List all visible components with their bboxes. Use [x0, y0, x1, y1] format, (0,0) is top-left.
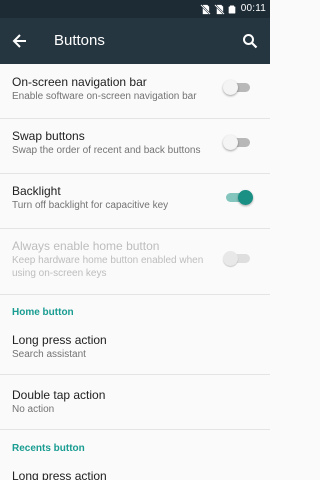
setting-subtitle: Keep hardware home button enabled when u…	[12, 255, 204, 279]
status-time: 00:11	[240, 3, 266, 14]
section-header-home-button: Home button	[12, 307, 74, 318]
setting-title: Always enable home button	[12, 239, 160, 253]
battery-icon	[228, 5, 236, 13]
toggle-thumb	[223, 251, 238, 266]
swap-buttons-toggle[interactable]	[223, 134, 253, 152]
back-arrow-icon	[12, 34, 26, 48]
setting-subtitle: No action	[12, 404, 55, 415]
setting-onscreen-nav-bar[interactable]: On-screen navigation bar Enable software…	[0, 64, 270, 119]
setting-subtitle: Search assistant	[12, 349, 86, 360]
setting-recents-long-press[interactable]: Long press action	[0, 456, 270, 480]
no-sim-icon	[199, 3, 211, 15]
setting-title: Long press action	[12, 469, 107, 480]
setting-home-long-press[interactable]: Long press action Search assistant	[0, 320, 270, 375]
app-bar: Buttons	[0, 18, 270, 64]
setting-title: On-screen navigation bar	[12, 75, 147, 89]
setting-title: Backlight	[12, 184, 61, 198]
status-icons: 00:11	[199, 2, 266, 16]
setting-title: Long press action	[12, 333, 107, 347]
backlight-toggle[interactable]	[223, 189, 253, 207]
setting-subtitle: Turn off backlight for capacitive key	[12, 200, 169, 211]
section-header-recents-button: Recents button	[12, 443, 85, 454]
always-enable-home-toggle	[223, 250, 253, 268]
setting-subtitle: Enable software on-screen navigation bar	[12, 91, 197, 102]
onscreen-nav-toggle[interactable]	[223, 79, 253, 97]
search-button[interactable]	[238, 29, 262, 53]
setting-title: Swap buttons	[12, 129, 85, 143]
toggle-thumb	[223, 135, 238, 150]
no-sim-icon	[213, 3, 225, 15]
setting-subtitle: Swap the order of recent and back button…	[12, 145, 201, 156]
setting-title: Double tap action	[12, 388, 106, 402]
toggle-thumb	[238, 190, 253, 205]
toggle-thumb	[223, 80, 238, 95]
setting-swap-buttons[interactable]: Swap buttons Swap the order of recent an…	[0, 119, 270, 174]
back-button[interactable]	[8, 29, 32, 53]
status-bar: 00:11	[0, 0, 270, 18]
setting-backlight[interactable]: Backlight Turn off backlight for capacit…	[0, 174, 270, 229]
setting-home-double-tap[interactable]: Double tap action No action	[0, 375, 270, 430]
setting-always-enable-home: Always enable home button Keep hardware …	[0, 229, 270, 295]
search-icon	[243, 34, 258, 49]
page-title: Buttons	[54, 32, 105, 49]
